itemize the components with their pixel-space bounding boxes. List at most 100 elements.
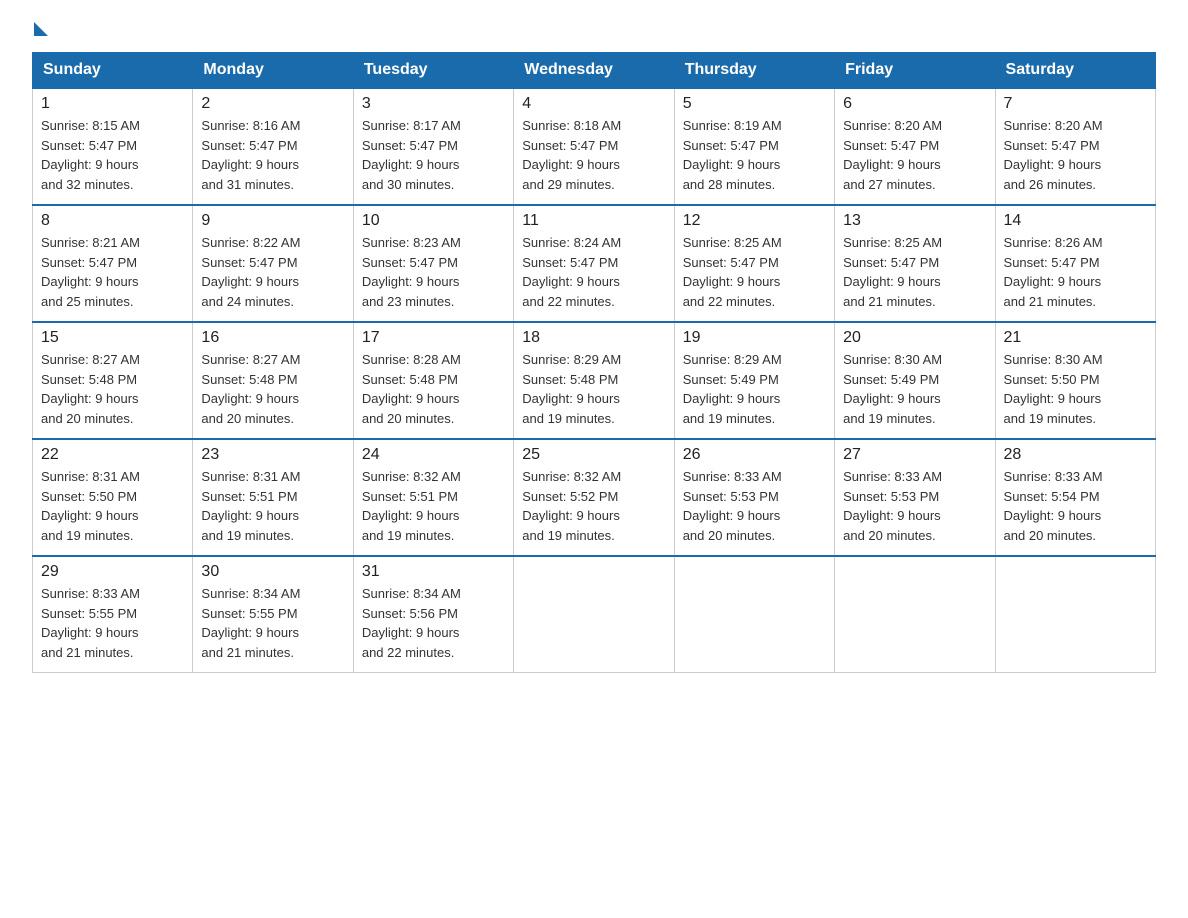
calendar-cell: 9 Sunrise: 8:22 AMSunset: 5:47 PMDayligh… [193, 205, 353, 322]
day-number: 25 [522, 446, 665, 464]
day-info: Sunrise: 8:21 AMSunset: 5:47 PMDaylight:… [41, 233, 184, 311]
day-info: Sunrise: 8:27 AMSunset: 5:48 PMDaylight:… [41, 350, 184, 428]
calendar-week-row: 1 Sunrise: 8:15 AMSunset: 5:47 PMDayligh… [33, 88, 1156, 205]
calendar-week-row: 29 Sunrise: 8:33 AMSunset: 5:55 PMDaylig… [33, 556, 1156, 673]
day-info: Sunrise: 8:33 AMSunset: 5:53 PMDaylight:… [843, 467, 986, 545]
day-number: 23 [201, 446, 344, 464]
day-info: Sunrise: 8:29 AMSunset: 5:48 PMDaylight:… [522, 350, 665, 428]
calendar-cell: 18 Sunrise: 8:29 AMSunset: 5:48 PMDaylig… [514, 322, 674, 439]
day-info: Sunrise: 8:22 AMSunset: 5:47 PMDaylight:… [201, 233, 344, 311]
day-number: 2 [201, 95, 344, 113]
day-number: 4 [522, 95, 665, 113]
calendar-cell: 31 Sunrise: 8:34 AMSunset: 5:56 PMDaylig… [353, 556, 513, 673]
day-info: Sunrise: 8:20 AMSunset: 5:47 PMDaylight:… [1004, 116, 1147, 194]
day-number: 13 [843, 212, 986, 230]
day-info: Sunrise: 8:30 AMSunset: 5:50 PMDaylight:… [1004, 350, 1147, 428]
weekday-header-row: SundayMondayTuesdayWednesdayThursdayFrid… [33, 53, 1156, 89]
day-number: 19 [683, 329, 826, 347]
day-number: 8 [41, 212, 184, 230]
day-info: Sunrise: 8:15 AMSunset: 5:47 PMDaylight:… [41, 116, 184, 194]
calendar-cell: 28 Sunrise: 8:33 AMSunset: 5:54 PMDaylig… [995, 439, 1155, 556]
page-header [32, 24, 1156, 34]
day-number: 21 [1004, 329, 1147, 347]
day-info: Sunrise: 8:27 AMSunset: 5:48 PMDaylight:… [201, 350, 344, 428]
weekday-header-thursday: Thursday [674, 53, 834, 89]
calendar-cell [995, 556, 1155, 673]
day-number: 3 [362, 95, 505, 113]
day-number: 29 [41, 563, 184, 581]
day-info: Sunrise: 8:34 AMSunset: 5:56 PMDaylight:… [362, 584, 505, 662]
day-info: Sunrise: 8:33 AMSunset: 5:53 PMDaylight:… [683, 467, 826, 545]
day-info: Sunrise: 8:32 AMSunset: 5:51 PMDaylight:… [362, 467, 505, 545]
day-info: Sunrise: 8:30 AMSunset: 5:49 PMDaylight:… [843, 350, 986, 428]
day-info: Sunrise: 8:24 AMSunset: 5:47 PMDaylight:… [522, 233, 665, 311]
weekday-header-sunday: Sunday [33, 53, 193, 89]
day-number: 24 [362, 446, 505, 464]
weekday-header-monday: Monday [193, 53, 353, 89]
calendar-cell: 1 Sunrise: 8:15 AMSunset: 5:47 PMDayligh… [33, 88, 193, 205]
day-info: Sunrise: 8:19 AMSunset: 5:47 PMDaylight:… [683, 116, 826, 194]
weekday-header-tuesday: Tuesday [353, 53, 513, 89]
calendar-cell: 11 Sunrise: 8:24 AMSunset: 5:47 PMDaylig… [514, 205, 674, 322]
day-number: 14 [1004, 212, 1147, 230]
day-number: 27 [843, 446, 986, 464]
calendar-cell: 16 Sunrise: 8:27 AMSunset: 5:48 PMDaylig… [193, 322, 353, 439]
day-number: 10 [362, 212, 505, 230]
day-number: 16 [201, 329, 344, 347]
calendar-cell: 30 Sunrise: 8:34 AMSunset: 5:55 PMDaylig… [193, 556, 353, 673]
day-info: Sunrise: 8:33 AMSunset: 5:55 PMDaylight:… [41, 584, 184, 662]
calendar-cell: 29 Sunrise: 8:33 AMSunset: 5:55 PMDaylig… [33, 556, 193, 673]
day-info: Sunrise: 8:32 AMSunset: 5:52 PMDaylight:… [522, 467, 665, 545]
day-number: 5 [683, 95, 826, 113]
calendar-cell: 13 Sunrise: 8:25 AMSunset: 5:47 PMDaylig… [835, 205, 995, 322]
day-info: Sunrise: 8:18 AMSunset: 5:47 PMDaylight:… [522, 116, 665, 194]
calendar-cell: 2 Sunrise: 8:16 AMSunset: 5:47 PMDayligh… [193, 88, 353, 205]
day-info: Sunrise: 8:33 AMSunset: 5:54 PMDaylight:… [1004, 467, 1147, 545]
weekday-header-saturday: Saturday [995, 53, 1155, 89]
calendar-cell: 27 Sunrise: 8:33 AMSunset: 5:53 PMDaylig… [835, 439, 995, 556]
day-number: 22 [41, 446, 184, 464]
day-number: 11 [522, 212, 665, 230]
day-info: Sunrise: 8:26 AMSunset: 5:47 PMDaylight:… [1004, 233, 1147, 311]
calendar-cell [514, 556, 674, 673]
day-info: Sunrise: 8:31 AMSunset: 5:51 PMDaylight:… [201, 467, 344, 545]
calendar-cell: 26 Sunrise: 8:33 AMSunset: 5:53 PMDaylig… [674, 439, 834, 556]
day-info: Sunrise: 8:28 AMSunset: 5:48 PMDaylight:… [362, 350, 505, 428]
calendar-cell: 3 Sunrise: 8:17 AMSunset: 5:47 PMDayligh… [353, 88, 513, 205]
day-info: Sunrise: 8:20 AMSunset: 5:47 PMDaylight:… [843, 116, 986, 194]
calendar-cell: 7 Sunrise: 8:20 AMSunset: 5:47 PMDayligh… [995, 88, 1155, 205]
calendar-week-row: 22 Sunrise: 8:31 AMSunset: 5:50 PMDaylig… [33, 439, 1156, 556]
calendar-header: SundayMondayTuesdayWednesdayThursdayFrid… [33, 53, 1156, 89]
day-number: 30 [201, 563, 344, 581]
day-number: 1 [41, 95, 184, 113]
day-number: 7 [1004, 95, 1147, 113]
calendar-cell: 12 Sunrise: 8:25 AMSunset: 5:47 PMDaylig… [674, 205, 834, 322]
day-info: Sunrise: 8:29 AMSunset: 5:49 PMDaylight:… [683, 350, 826, 428]
day-number: 28 [1004, 446, 1147, 464]
calendar-cell: 15 Sunrise: 8:27 AMSunset: 5:48 PMDaylig… [33, 322, 193, 439]
calendar-body: 1 Sunrise: 8:15 AMSunset: 5:47 PMDayligh… [33, 88, 1156, 673]
weekday-header-wednesday: Wednesday [514, 53, 674, 89]
weekday-header-friday: Friday [835, 53, 995, 89]
calendar-cell: 24 Sunrise: 8:32 AMSunset: 5:51 PMDaylig… [353, 439, 513, 556]
day-info: Sunrise: 8:16 AMSunset: 5:47 PMDaylight:… [201, 116, 344, 194]
day-number: 9 [201, 212, 344, 230]
day-info: Sunrise: 8:34 AMSunset: 5:55 PMDaylight:… [201, 584, 344, 662]
calendar-cell: 21 Sunrise: 8:30 AMSunset: 5:50 PMDaylig… [995, 322, 1155, 439]
calendar-cell [835, 556, 995, 673]
logo-triangle-icon [34, 22, 48, 36]
day-number: 31 [362, 563, 505, 581]
day-info: Sunrise: 8:25 AMSunset: 5:47 PMDaylight:… [683, 233, 826, 311]
calendar-cell: 4 Sunrise: 8:18 AMSunset: 5:47 PMDayligh… [514, 88, 674, 205]
calendar-cell: 5 Sunrise: 8:19 AMSunset: 5:47 PMDayligh… [674, 88, 834, 205]
calendar-table: SundayMondayTuesdayWednesdayThursdayFrid… [32, 52, 1156, 673]
calendar-cell: 25 Sunrise: 8:32 AMSunset: 5:52 PMDaylig… [514, 439, 674, 556]
day-number: 17 [362, 329, 505, 347]
day-number: 15 [41, 329, 184, 347]
day-number: 6 [843, 95, 986, 113]
day-number: 12 [683, 212, 826, 230]
day-number: 20 [843, 329, 986, 347]
calendar-cell: 10 Sunrise: 8:23 AMSunset: 5:47 PMDaylig… [353, 205, 513, 322]
day-info: Sunrise: 8:23 AMSunset: 5:47 PMDaylight:… [362, 233, 505, 311]
logo [32, 24, 48, 34]
